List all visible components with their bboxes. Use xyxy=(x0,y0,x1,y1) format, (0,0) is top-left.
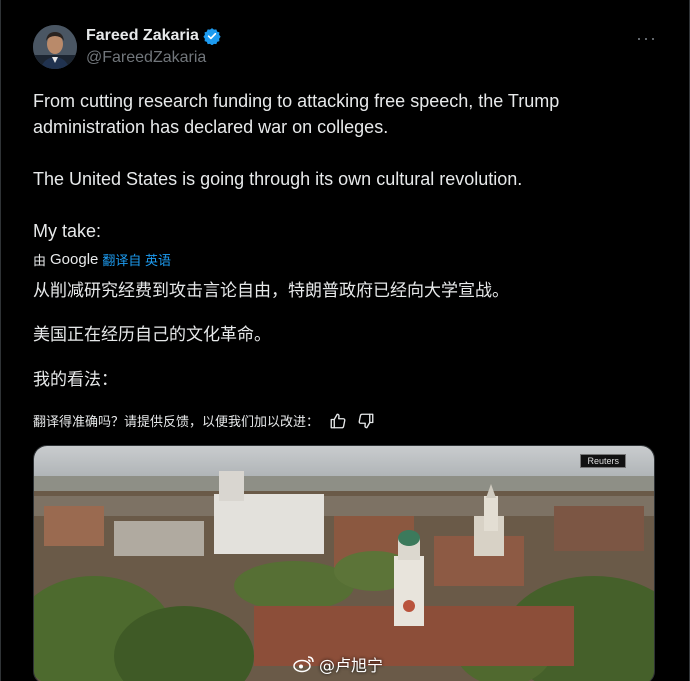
thumbs-up-icon[interactable] xyxy=(329,412,347,430)
campus-aerial-image xyxy=(34,446,654,681)
translation-feedback: 翻译得准确吗？请提供反馈，以便我们加以改进： xyxy=(33,411,375,430)
watermark-text: @卢旭宁 xyxy=(319,656,384,675)
author-display-name[interactable]: Fareed Zakaria xyxy=(86,27,199,45)
tweet-frame: Fareed Zakaria @FareedZakaria ··· From c… xyxy=(0,0,690,681)
author-handle[interactable]: @FareedZakaria xyxy=(86,49,221,67)
tweet-paragraph: The United States is going through its o… xyxy=(33,169,523,189)
source-badge: Reuters xyxy=(580,454,626,468)
translated-by-label: 由 xyxy=(33,253,47,268)
google-logo: Google xyxy=(50,251,99,268)
translation-attribution: 由 Google 翻译自 英语 xyxy=(33,250,171,269)
translated-from-link[interactable]: 翻译自 英语 xyxy=(102,250,171,269)
tweet-header: Fareed Zakaria @FareedZakaria xyxy=(33,25,663,69)
tweet-paragraph: My take: xyxy=(33,221,102,241)
thumbs-down-icon[interactable] xyxy=(357,412,375,430)
translated-paragraph: 美国正在经历自己的文化革命。 xyxy=(33,325,271,345)
author-avatar[interactable] xyxy=(33,25,77,69)
tweet-paragraph: From cutting research funding to attacki… xyxy=(33,91,560,137)
translated-paragraph: 我的看法： xyxy=(33,370,118,390)
verified-badge-icon xyxy=(203,27,221,45)
translated-paragraph: 从削减研究经费到攻击言论自由，特朗普政府已经向大学宣战。 xyxy=(33,281,509,301)
feedback-prompt: 翻译得准确吗？请提供反馈，以便我们加以改进： xyxy=(33,415,320,430)
more-options-icon[interactable]: ··· xyxy=(636,28,681,49)
tweet-text: From cutting research funding to attacki… xyxy=(33,88,653,244)
media-video[interactable]: Reuters xyxy=(33,445,655,681)
weibo-logo-icon xyxy=(293,655,315,673)
weibo-watermark: @卢旭宁 xyxy=(293,652,383,676)
